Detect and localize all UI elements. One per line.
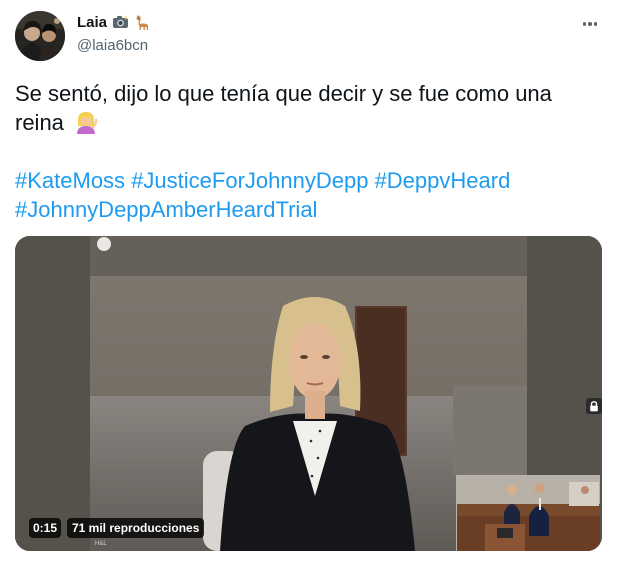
more-options-icon[interactable] — [578, 14, 602, 34]
hashtag-justiceforjohnnydepp[interactable]: #JusticeForJohnnyDepp — [131, 168, 368, 193]
video-duration: 0:15 — [29, 518, 62, 538]
woman-tipping-hand-icon — [74, 110, 98, 141]
hashtag-deppvheard[interactable]: #DeppvHeard — [375, 168, 511, 193]
tweet-text: Se sentó, dijo lo que tenía que decir y … — [15, 79, 610, 141]
dot — [582, 22, 587, 26]
dot — [588, 22, 592, 26]
camera-with-flash-icon — [112, 14, 129, 31]
lock-icon[interactable] — [586, 398, 602, 414]
watermark-text: H&L — [95, 541, 107, 547]
video-view-count: 71 mil reproducciones — [67, 518, 205, 538]
picture-in-picture-courtroom — [456, 475, 600, 551]
hashtag-katemoss[interactable]: #KateMoss — [15, 168, 125, 193]
display-name[interactable]: Laia — [77, 14, 107, 31]
tweet-text-line-1: Se sentó, dijo lo que tenía que decir y … — [15, 81, 552, 106]
llama-icon — [134, 14, 151, 31]
tweet-text-line-2-word: reina — [15, 110, 64, 135]
hashtags-row-2: #JohnnyDeppAmberHeardTrial — [15, 195, 610, 224]
avatar[interactable] — [15, 11, 65, 61]
tweet-text-line-2: reina — [15, 108, 610, 141]
dot — [593, 22, 598, 26]
hashtags-row-1: #KateMoss #JusticeForJohnnyDepp #DeppvHe… — [15, 166, 610, 195]
author-handle[interactable]: @laia6bcn — [77, 37, 148, 54]
video-player[interactable]: 0:15 71 mil reproducciones H&L — [15, 236, 602, 551]
hashtag-johnnydeppamberheardtrial[interactable]: #JohnnyDeppAmberHeardTrial — [15, 197, 317, 222]
hashtags: #KateMoss #JusticeForJohnnyDepp #DeppvHe… — [15, 166, 610, 224]
watermark-logo — [97, 237, 111, 251]
tweet: Laia @laia6bcn Se sentó, dijo lo que ten… — [0, 0, 620, 562]
author-name-row[interactable]: Laia — [77, 14, 151, 31]
